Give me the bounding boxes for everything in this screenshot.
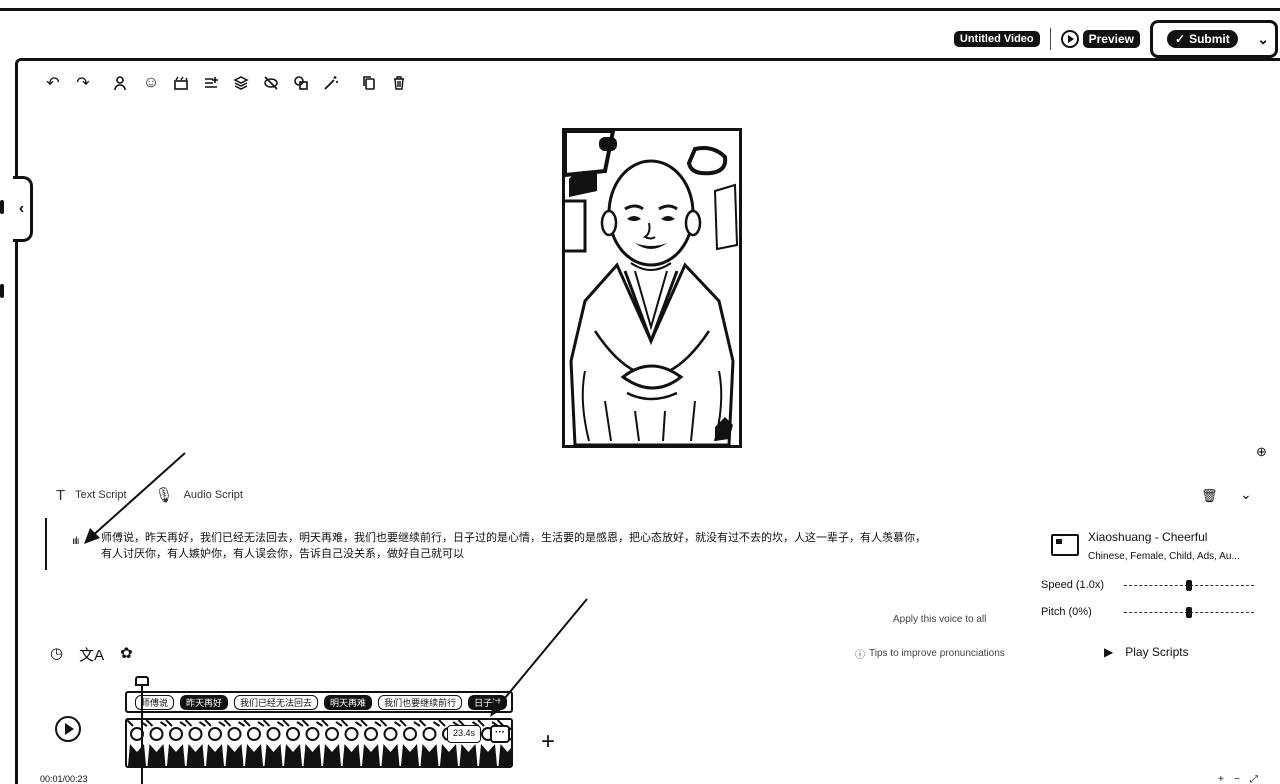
timeline-play-button[interactable] [55,716,81,742]
info-icon: ⓘ [855,650,865,661]
caption-chip[interactable]: 我们已经无法回去 [234,694,319,710]
text-icon: T [56,486,66,504]
chevron-left-icon: ‹ [18,200,25,217]
ai-icon[interactable]: ✿ [120,644,133,665]
caption-chip[interactable]: 明天再难 [324,694,373,710]
zoom-plus-icon[interactable]: + [1218,774,1224,784]
chevron-down-icon[interactable]: ⌄ [1257,31,1269,48]
collapse-panel-button[interactable]: ‹ [13,176,33,242]
video-canvas[interactable] [562,128,742,448]
playhead-handle[interactable] [135,676,149,686]
clock-icon[interactable]: ◷ [50,644,63,665]
caption-chip[interactable]: 我们也要继续前行 [378,694,463,710]
caption-chip[interactable]: 昨天再好 [180,694,229,710]
emoji-icon[interactable]: ☺ [136,70,166,96]
add-clip-button[interactable]: + [541,730,555,754]
layers-icon[interactable] [226,70,256,96]
insert-lines-icon[interactable] [196,70,226,96]
annotation-arrow [84,452,186,544]
collapse-script-icon[interactable]: ⌄ [1240,486,1252,503]
flag-icon [1051,534,1079,556]
preview-button[interactable]: Preview [1060,30,1140,48]
timecode: 00:01/00:23 [40,774,88,784]
play-scripts-button[interactable]: ▶ Play Scripts [1104,645,1189,659]
zoom-minus-icon[interactable]: − [1234,774,1240,784]
submit-label: Submit [1189,32,1230,46]
zoom-in-icon[interactable]: ⊕ [1256,444,1267,460]
script-text-area[interactable]: 师傅说，昨天再好，我们已经无法回去，明天再难，我们也要继续前行，日子过的是心情，… [101,530,981,562]
avatar-icon[interactable] [106,70,136,96]
edge-marker [0,200,4,214]
clip-duration: 23.4s [447,725,482,743]
preview-label: Preview [1082,30,1140,48]
playhead[interactable] [141,686,143,784]
delete-script-icon[interactable]: 🗑 [1201,488,1218,504]
pronunciation-tips-link[interactable]: ⓘ Tips to improve pronunciations [855,646,1005,661]
header-divider [1049,28,1051,50]
play-scripts-label: Play Scripts [1125,645,1189,659]
tab-audio-script-label: Audio Script [183,489,243,501]
timeline-zoom-controls: + − ⤢ [1218,774,1258,784]
magic-wand-icon[interactable] [316,70,346,96]
script-active-bar [45,518,47,570]
submit-button[interactable]: ✓ Submit [1167,30,1238,48]
trash-icon[interactable] [384,70,414,96]
scene-icon[interactable] [166,70,196,96]
hide-icon[interactable] [256,70,286,96]
editor-toolbar: ↶ ↷ ☺ [38,70,414,96]
avatar-preview-image [565,131,739,445]
checkmark-icon: ✓ [1175,32,1186,46]
play-icon [1060,30,1079,48]
clip-more-button[interactable]: ··· [490,725,510,743]
video-title[interactable]: Untitled Video [953,31,1040,47]
speed-slider[interactable] [1124,580,1254,591]
shapes-icon[interactable] [286,70,316,96]
play-icon: ▶ [1104,645,1114,659]
script-line: 师傅说，昨天再好，我们已经无法回去，明天再难，我们也要继续前行，日子过的是心情，… [101,532,926,544]
caption-track[interactable]: 师傅说 昨天再好 我们已经无法回去 明天再难 我们也要继续前行 日子过 [125,691,513,713]
edge-marker [0,284,4,298]
top-border [0,8,1280,11]
voice-name[interactable]: Xiaoshuang - Cheerful [1088,530,1207,544]
apply-voice-to-all-link[interactable]: Apply this voice to all [893,614,986,625]
copy-icon[interactable] [354,70,384,96]
pitch-slider[interactable] [1124,607,1254,618]
speed-label: Speed (1.0x) [1041,579,1104,591]
annotation-arrow [490,598,588,717]
redo-icon[interactable]: ↷ [68,70,98,96]
audio-wave-icon: ıılı [72,536,80,547]
fit-icon[interactable]: ⤢ [1250,774,1258,784]
header-actions: Untitled Video Preview ✓ Submit ⌄ [953,20,1280,58]
script-tools: ◷ 文A ✿ [50,644,133,665]
translate-icon[interactable]: 文A [79,644,104,665]
speed-slider-knob[interactable] [1186,580,1192,591]
pitch-label: Pitch (0%) [1041,606,1092,618]
pitch-slider-knob[interactable] [1186,607,1192,618]
submit-group: ✓ Submit ⌄ [1150,20,1278,58]
tips-label: Tips to improve pronunciations [869,648,1005,659]
voice-description: Chinese, Female, Child, Ads, Au... [1088,551,1240,562]
undo-icon[interactable]: ↶ [38,70,68,96]
script-line: 有人讨厌你，有人嫉妒你，有人误会你，告诉自己没关系，做好自己就可以 [101,548,464,560]
